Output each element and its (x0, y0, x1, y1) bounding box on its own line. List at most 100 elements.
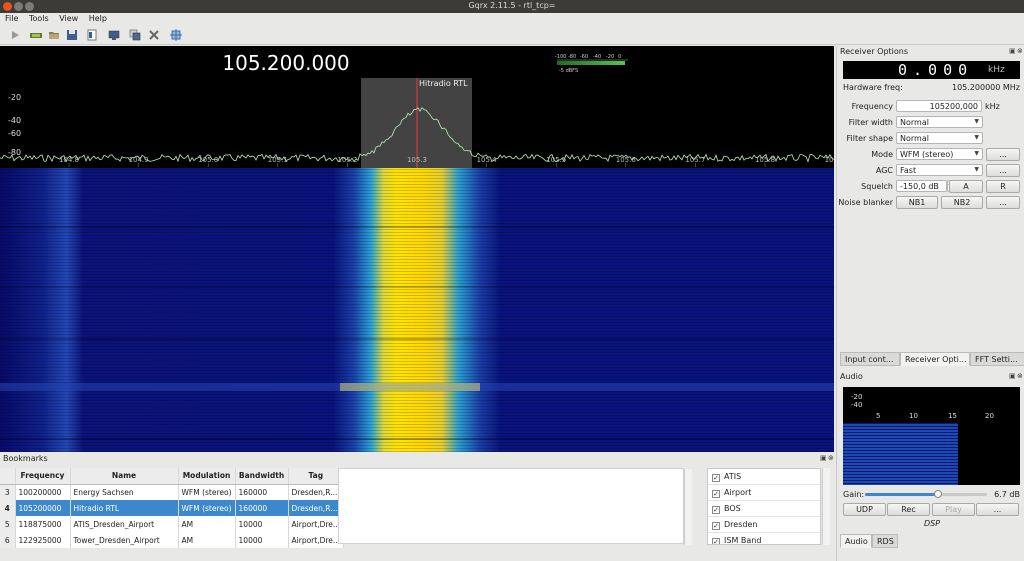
column-header[interactable]: Name (70, 468, 179, 485)
tab-rds[interactable]: RDS (872, 534, 898, 548)
record-button[interactable]: Rec (887, 503, 930, 516)
freq-tick: 105.2 (337, 156, 357, 164)
row-number: 6 (0, 532, 16, 548)
tag-item[interactable]: ✓ Dresden (708, 517, 820, 533)
udp-button[interactable]: UDP (843, 503, 886, 516)
offset-lcd[interactable]: 0.000 kHz (843, 61, 1020, 79)
cell-name[interactable]: Tower_Dresden_Airport (70, 532, 179, 548)
play-icon[interactable] (9, 29, 21, 41)
table-row[interactable]: 5 118875000 ATIS_Dresden_Airport AM 1000… (0, 516, 345, 532)
cell-bandwidth[interactable]: 160000 (235, 500, 289, 516)
menu-view[interactable]: View (54, 13, 81, 23)
db-tick: -60 (8, 129, 21, 138)
gain-slider[interactable] (865, 490, 987, 498)
tag-list[interactable]: ✓ ATIS ✓ Airport ✓ BOS ✓ Dresden ✓ ISM Band (707, 468, 821, 545)
lcd-unit: kHz (988, 65, 1005, 75)
tag-item[interactable]: ✓ ISM Band (708, 533, 820, 544)
cell-frequency[interactable]: 100200000 (15, 484, 71, 500)
tab-fft-settings[interactable]: FFT Setti... (970, 352, 1024, 366)
gain-slider-handle[interactable] (934, 490, 943, 498)
freq-tick: 105.6 (616, 156, 637, 164)
nb-options-button[interactable]: ... (986, 196, 1020, 209)
tag-item[interactable]: ✓ Airport (708, 485, 820, 501)
squelch-reset-button[interactable]: R (986, 180, 1020, 193)
float-icon[interactable]: ▣ (820, 454, 827, 462)
cell-modulation[interactable]: AM (178, 516, 236, 532)
table-scrollbar[interactable] (684, 469, 692, 545)
column-header[interactable]: Modulation (178, 468, 236, 485)
agc-options-button[interactable]: ... (986, 164, 1020, 177)
table-row-selected[interactable]: 4 105200000 Hitradio RTL WFM (stereo) 16… (0, 500, 345, 516)
spectrum-canvas[interactable]: Hitradio RTL 105.200.000 -20 -40 -60 -80… (0, 46, 834, 452)
menu-file[interactable]: File (0, 13, 21, 23)
freq-tick: 105.8 (755, 156, 775, 164)
table-row[interactable]: 6 122925000 Tower_Dresden_Airport AM 100… (0, 532, 345, 548)
audio-fft-plot[interactable]: -20 -40 5 10 15 20 (843, 387, 1020, 485)
save-icon[interactable] (66, 29, 78, 41)
db-tick: -80 (8, 148, 21, 157)
gain-value: 6.7 dB (994, 490, 1020, 499)
filter-width-label: Filter width (848, 118, 893, 127)
menu-help[interactable]: Help (84, 13, 110, 23)
float-icon[interactable]: ▣ (1009, 372, 1016, 380)
agc-select[interactable]: Fast ▼ (896, 164, 983, 176)
close-icon[interactable]: ⊗ (1017, 47, 1023, 55)
bookmarks-table[interactable]: Frequency Name Modulation Bandwidth Tag … (0, 468, 345, 548)
cell-bandwidth[interactable]: 10000 (235, 532, 289, 548)
copy-icon[interactable] (129, 29, 141, 41)
cell-tag[interactable]: Airport,Dre... (288, 516, 345, 532)
mode-options-button[interactable]: ... (986, 148, 1020, 161)
smeter-tick: 0 (618, 54, 621, 60)
tag-item[interactable]: ✓ BOS (708, 501, 820, 517)
hardware-icon[interactable] (30, 29, 42, 41)
column-header[interactable]: Bandwidth (235, 468, 289, 485)
cell-tag[interactable]: Dresden,R... (288, 500, 345, 516)
filter-width-select[interactable]: Normal ▼ (896, 116, 983, 128)
table-row[interactable]: 3 100200000 Energy Sachsen WFM (stereo) … (0, 484, 345, 500)
agc-label: AGC (875, 166, 893, 175)
cell-tag[interactable]: Airport,Dre... (288, 532, 345, 548)
close-icon[interactable]: ⊗ (1017, 372, 1023, 380)
frequency-input[interactable]: 105200,000 (896, 100, 982, 112)
cell-name[interactable]: ATIS_Dresden_Airport (70, 516, 179, 532)
cell-name[interactable]: Hitradio RTL (70, 500, 179, 516)
nb2-button[interactable]: NB2 (941, 196, 983, 209)
tag-item[interactable]: ✓ ATIS (708, 469, 820, 485)
cell-modulation[interactable]: AM (178, 532, 236, 548)
tab-audio[interactable]: Audio (840, 534, 872, 548)
cell-bandwidth[interactable]: 10000 (235, 516, 289, 532)
network-icon[interactable] (170, 29, 182, 41)
tag-scrollbar[interactable] (822, 468, 830, 545)
column-header[interactable]: Tag (288, 468, 345, 485)
cell-frequency[interactable]: 105200000 (15, 500, 71, 516)
squelch-auto-button[interactable]: A (949, 180, 983, 193)
column-header[interactable]: Frequency (15, 468, 71, 485)
play-button[interactable]: Play (932, 503, 975, 516)
cell-modulation[interactable]: WFM (stereo) (178, 484, 236, 500)
nb1-button[interactable]: NB1 (896, 196, 938, 209)
screen-icon[interactable] (108, 29, 120, 41)
tab-receiver-options[interactable]: Receiver Opti... (900, 352, 970, 366)
cell-frequency[interactable]: 118875000 (15, 516, 71, 532)
gain-slider-fill (865, 493, 939, 496)
cell-frequency[interactable]: 122925000 (15, 532, 71, 548)
tools-icon[interactable] (148, 29, 160, 41)
bookmark-label[interactable]: Hitradio RTL (419, 79, 468, 88)
tab-input-controls[interactable]: Input cont... (840, 352, 900, 366)
cell-bandwidth[interactable]: 160000 (235, 484, 289, 500)
mode-select[interactable]: WFM (stereo) ▼ (896, 148, 983, 160)
frequency-label: Frequency (851, 102, 893, 111)
filter-shape-select[interactable]: Normal ▼ (896, 132, 983, 144)
spectrum-plot[interactable]: Hitradio RTL 105.200.000 -20 -40 -60 -80… (0, 46, 834, 452)
cell-name[interactable]: Energy Sachsen (70, 484, 179, 500)
cell-modulation[interactable]: WFM (stereo) (178, 500, 236, 516)
float-icon[interactable]: ▣ (1009, 47, 1016, 55)
menu-tools[interactable]: Tools (24, 13, 52, 23)
audio-options-button[interactable]: ... (976, 503, 1019, 516)
audio-freq-tick: 20 (985, 412, 994, 420)
open-icon[interactable] (48, 29, 60, 41)
close-icon[interactable]: ⊗ (828, 454, 834, 462)
document-icon[interactable] (86, 29, 98, 41)
cell-tag[interactable]: Dresden,R... (288, 484, 345, 500)
squelch-spinbox[interactable]: -150,0 dB (896, 180, 947, 192)
